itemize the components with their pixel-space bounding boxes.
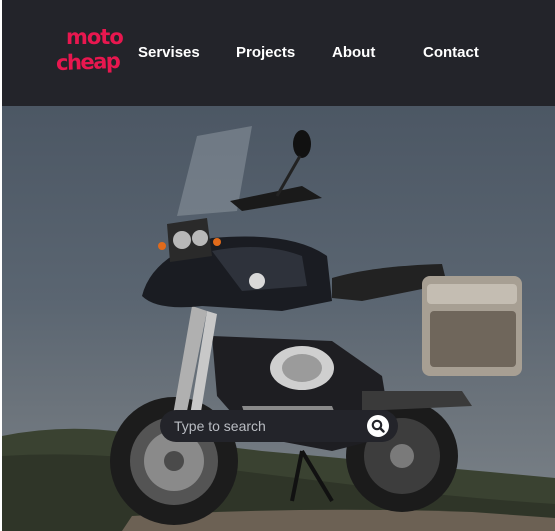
motorcycle-image [2, 126, 555, 531]
site-header: moto cheap Servises Projects About Conta… [2, 0, 555, 106]
nav-link-contact[interactable]: Contact [423, 44, 479, 62]
search-input[interactable] [174, 410, 364, 442]
logo-line-2: cheap [55, 48, 120, 76]
search-icon [371, 419, 385, 433]
search-button[interactable] [367, 415, 389, 437]
nav-link-services[interactable]: Servises [138, 44, 200, 62]
hero-banner [2, 106, 555, 531]
nav-link-projects[interactable]: Projects [236, 44, 295, 62]
logo[interactable]: moto cheap [55, 25, 124, 82]
nav-link-about[interactable]: About [332, 44, 375, 62]
logo-line-1: moto [66, 25, 124, 49]
search-bar [160, 410, 398, 442]
